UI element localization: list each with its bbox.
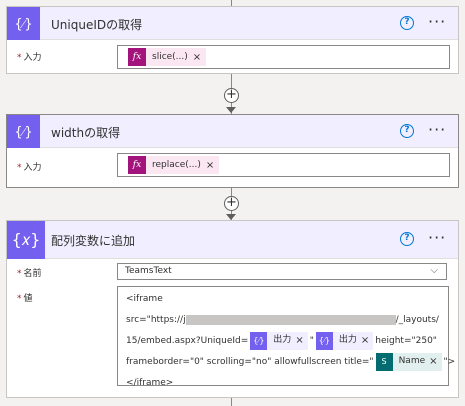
more-options-icon[interactable]: ··· xyxy=(428,12,446,31)
variable-icon: {𝑥} xyxy=(7,221,45,259)
remove-token-icon[interactable]: × xyxy=(361,330,373,351)
compose-icon: {⁄} xyxy=(7,115,40,148)
compose-icon: {⁄} xyxy=(7,7,40,40)
value-label: * 値 xyxy=(17,294,33,304)
add-step-button[interactable]: + xyxy=(224,196,239,211)
more-options-icon[interactable]: ··· xyxy=(428,120,446,139)
remove-token-icon[interactable]: × xyxy=(295,330,307,351)
help-icon[interactable]: ? xyxy=(400,16,414,30)
value-textarea[interactable]: <iframe src="https://j /_layouts/ 15/embe… xyxy=(117,286,455,388)
redacted-block xyxy=(185,314,396,325)
arrow-down-icon xyxy=(226,107,236,113)
token-label: slice(...) xyxy=(152,52,188,62)
remove-token-icon[interactable]: × xyxy=(206,160,219,171)
chevron-down-icon: ⌵ xyxy=(430,265,438,276)
fx-icon: fx xyxy=(128,156,146,174)
value-line: frameborder="0" scrolling="no" allowfull… xyxy=(126,351,455,373)
value-text: src="https://j xyxy=(126,315,186,325)
connector-line-bottom xyxy=(231,398,232,406)
name-value: TeamsText xyxy=(125,266,172,276)
name-dropdown[interactable]: TeamsText ⌵ xyxy=(117,263,447,280)
action-card-append-array[interactable]: {𝑥} 配列変数に追加 ? ··· * 名前 TeamsText ⌵ * 値 <if… xyxy=(6,220,459,398)
add-step-button[interactable]: + xyxy=(224,88,239,103)
action-card-width[interactable]: {⁄} widthの取得 ? ··· * 入力 fx replace(...) × xyxy=(6,114,459,188)
remove-token-icon[interactable]: × xyxy=(429,351,441,372)
card-title: 配列変数に追加 xyxy=(51,234,136,248)
input-label: * 入力 xyxy=(17,163,42,173)
sharepoint-icon: S xyxy=(375,352,393,371)
compose-icon: {⁄} xyxy=(315,331,333,350)
card-title: UniqueIDの取得 xyxy=(51,18,143,32)
value-text: "> xyxy=(443,357,456,367)
fx-icon: fx xyxy=(128,48,146,66)
value-line: <iframe xyxy=(126,294,163,304)
token-label: 出力 xyxy=(338,335,357,345)
value-line: </iframe> xyxy=(126,378,174,388)
more-options-icon[interactable]: ··· xyxy=(428,228,446,247)
sharepoint-token-name[interactable]: S Name × xyxy=(375,351,442,372)
card-header[interactable]: {⁄} widthの取得 ? ··· xyxy=(7,115,458,148)
card-header[interactable]: {𝑥} 配列変数に追加 ? ··· xyxy=(7,221,458,259)
value-text: " xyxy=(309,336,314,346)
help-icon[interactable]: ? xyxy=(400,124,414,138)
help-icon[interactable]: ? xyxy=(400,232,414,246)
remove-token-icon[interactable]: × xyxy=(193,52,206,63)
value-line: src="https://j /_layouts/ xyxy=(126,310,448,331)
value-line: 15/embed.aspx?UniqueId= {⁄} 出力 × " {⁄} 出力 × heig… xyxy=(126,331,448,352)
token-label: 出力 xyxy=(273,335,292,345)
input-label: * 入力 xyxy=(17,53,42,63)
input-field[interactable]: fx slice(...) × xyxy=(117,45,450,69)
name-label: * 名前 xyxy=(17,269,42,279)
value-text: 15/embed.aspx?UniqueId= xyxy=(126,336,249,346)
action-card-uniqueid[interactable]: {⁄} UniqueIDの取得 ? ··· * 入力 fx slice(...) … xyxy=(6,6,459,74)
card-header[interactable]: {⁄} UniqueIDの取得 ? ··· xyxy=(7,7,458,40)
input-field[interactable]: fx replace(...) × xyxy=(117,153,450,177)
value-text: height="250" xyxy=(375,336,437,346)
expression-token[interactable]: fx slice(...) × xyxy=(128,48,207,66)
variable-token-output[interactable]: {⁄} 出力 × xyxy=(315,330,374,351)
flow-canvas: {⁄} UniqueIDの取得 ? ··· * 入力 fx slice(...) … xyxy=(0,0,465,406)
variable-token-output[interactable]: {⁄} 出力 × xyxy=(250,330,308,351)
compose-icon: {⁄} xyxy=(250,331,268,350)
card-title: widthの取得 xyxy=(51,126,121,140)
value-text: /_layouts/ xyxy=(395,315,439,325)
token-label: Name xyxy=(398,356,426,366)
token-label: replace(...) xyxy=(152,160,201,170)
value-text: frameborder="0" scrolling="no" allowfull… xyxy=(126,357,374,367)
expression-token[interactable]: fx replace(...) × xyxy=(128,156,220,174)
